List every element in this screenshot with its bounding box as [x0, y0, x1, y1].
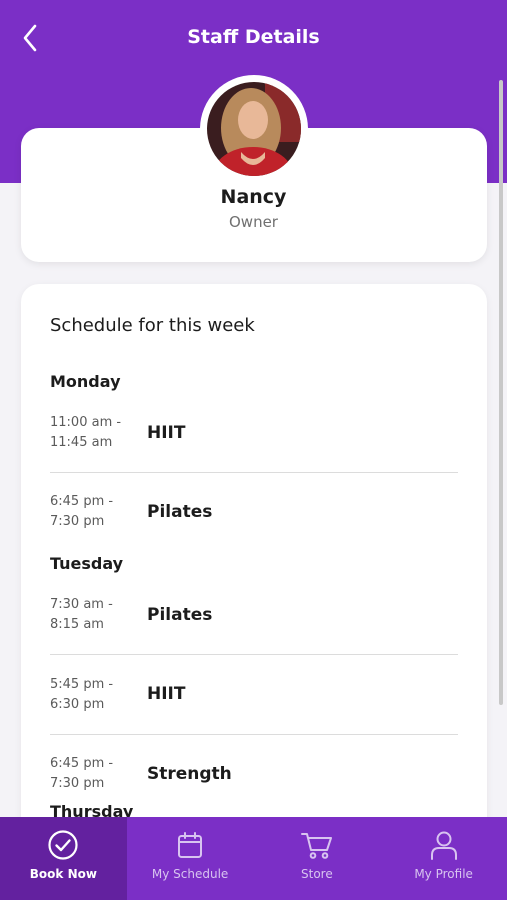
session-time-start: 6:45 pm - [50, 756, 114, 771]
avatar-photo [207, 82, 301, 176]
divider [50, 654, 458, 655]
session-time-start: 5:45 pm - [50, 677, 114, 692]
cart-icon [300, 833, 332, 859]
session-time-start: 6:45 pm - [50, 494, 114, 509]
session-time-end: 7:30 pm [50, 776, 105, 791]
session-class[interactable]: HIIT [147, 423, 185, 443]
bottom-tab-bar: Book Now My Schedule Store My Profile [0, 817, 507, 900]
tab-my-profile[interactable]: My Profile [380, 817, 507, 900]
day-heading-monday: Monday [50, 372, 121, 391]
tab-my-schedule[interactable]: My Schedule [127, 817, 254, 900]
divider [50, 472, 458, 473]
session-time: 7:30 am - 8:15 am [50, 595, 140, 635]
session-time: 6:45 pm - 7:30 pm [50, 492, 140, 532]
tab-label: Store [301, 867, 333, 881]
session-class[interactable]: Pilates [147, 502, 212, 522]
session-time-end: 6:30 pm [50, 697, 105, 712]
session-class[interactable]: Strength [147, 764, 232, 784]
session-time-end: 8:15 am [50, 617, 104, 632]
session-time: 11:00 am - 11:45 am [50, 413, 140, 453]
person-icon [430, 831, 457, 860]
page-title: Staff Details [187, 26, 320, 48]
tab-book-now[interactable]: Book Now [0, 817, 127, 900]
day-heading-tuesday: Tuesday [50, 554, 124, 573]
session-time: 6:45 pm - 7:30 pm [50, 754, 140, 794]
staff-role: Owner [229, 213, 278, 231]
avatar [200, 75, 308, 183]
session-class[interactable]: HIIT [147, 684, 185, 704]
schedule-card: Schedule for this week Monday 11:00 am -… [21, 284, 487, 844]
tab-label: My Schedule [151, 867, 229, 881]
session-time: 5:45 pm - 6:30 pm [50, 675, 140, 715]
tab-label: My Profile [414, 867, 473, 881]
staff-name: Nancy [220, 186, 287, 208]
scrollbar[interactable] [499, 80, 503, 705]
calendar-icon [178, 832, 203, 858]
tab-label: Book Now [29, 867, 97, 881]
session-time-start: 11:00 am - [50, 415, 122, 430]
check-circle-icon [48, 830, 78, 860]
session-time-end: 7:30 pm [50, 514, 105, 529]
divider [50, 734, 458, 735]
session-class[interactable]: Pilates [147, 605, 212, 625]
session-time-start: 7:30 am - [50, 597, 113, 612]
schedule-heading: Schedule for this week [50, 315, 255, 336]
tab-store[interactable]: Store [254, 817, 381, 900]
session-time-end: 11:45 am [50, 435, 113, 450]
